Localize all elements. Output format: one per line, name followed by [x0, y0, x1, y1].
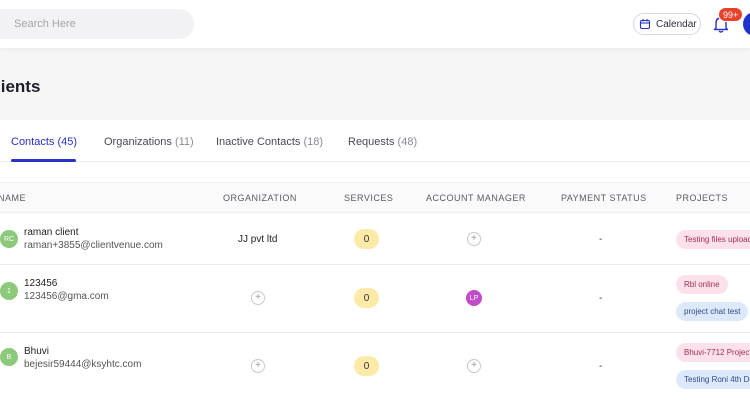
tab-organizations[interactable]: Organizations (11): [104, 136, 194, 148]
clients-panel: Contacts (45) Organizations (11) Inactiv…: [0, 120, 750, 400]
column-header-organization[interactable]: ORGANIZATION: [223, 193, 297, 203]
manager-avatar[interactable]: LP: [466, 290, 482, 306]
tab-label: Organizations: [104, 136, 172, 148]
contact-avatar: 1: [0, 282, 18, 300]
tab-bar: Contacts (45) Organizations (11) Inactiv…: [0, 120, 750, 162]
search-input[interactable]: [14, 9, 184, 39]
contact-avatar: RC: [0, 230, 18, 248]
project-tag[interactable]: Testing files upload: [676, 230, 750, 249]
calendar-button[interactable]: Calendar: [633, 13, 701, 35]
user-avatar[interactable]: [743, 12, 750, 36]
services-count[interactable]: 0: [354, 288, 379, 308]
tab-count: (48): [397, 136, 418, 148]
page-title: lients: [0, 77, 41, 96]
search-bar[interactable]: [0, 9, 194, 39]
tab-count: (18): [303, 136, 323, 148]
contact-avatar: B: [0, 348, 18, 366]
calendar-label: Calendar: [656, 18, 697, 30]
contact-email: bejesir59444@ksyhtc.com: [24, 359, 142, 370]
column-header-account-manager[interactable]: ACCOUNT MANAGER: [426, 193, 526, 203]
table-header: NAME ORGANIZATION SERVICES ACCOUNT MANAG…: [0, 182, 750, 213]
organization-name[interactable]: JJ pvt ltd: [238, 234, 277, 245]
project-tag[interactable]: project chat test: [676, 302, 749, 321]
tab-contacts[interactable]: Contacts (45): [11, 136, 77, 148]
column-header-services[interactable]: SERVICES: [344, 193, 393, 203]
tab-label: Contacts: [11, 136, 55, 148]
add-manager-plus-icon[interactable]: +: [467, 359, 481, 373]
table-row[interactable]: RC raman client raman+3855@clientvenue.c…: [0, 214, 750, 265]
project-tag[interactable]: Testing Roni 4th De: [676, 370, 750, 389]
column-header-name[interactable]: NAME: [0, 193, 26, 203]
contact-name[interactable]: Bhuvi: [24, 346, 49, 357]
calendar-icon: [639, 18, 651, 30]
services-count[interactable]: 0: [354, 356, 379, 376]
project-tag[interactable]: Bhuvi-7712 Project: [676, 343, 750, 362]
payment-status: -: [599, 293, 603, 304]
top-bar: Calendar 99+: [0, 0, 750, 48]
add-organization-plus-icon[interactable]: +: [251, 291, 265, 305]
tab-count: (45): [57, 136, 78, 148]
project-tag[interactable]: Rbl online: [676, 275, 728, 294]
contact-name[interactable]: 123456: [24, 278, 57, 289]
notification-badge: 99+: [718, 7, 744, 22]
tab-inactive-contacts[interactable]: Inactive Contacts (18): [216, 136, 323, 148]
contact-email: 123456@gma.com: [24, 291, 109, 302]
contact-name[interactable]: raman client: [24, 227, 78, 238]
tab-count: (11): [174, 136, 194, 148]
active-tab-indicator: [11, 159, 76, 162]
contact-email: raman+3855@clientvenue.com: [24, 240, 163, 251]
add-manager-plus-icon[interactable]: +: [467, 232, 481, 246]
tab-label: Inactive Contacts: [216, 136, 301, 148]
payment-status: -: [599, 361, 603, 372]
column-header-payment-status[interactable]: PAYMENT STATUS: [561, 193, 647, 203]
add-organization-plus-icon[interactable]: +: [251, 359, 265, 373]
table-row[interactable]: 1 123456 123456@gma.com + 0 LP - Rbl onl…: [0, 265, 750, 333]
tab-requests[interactable]: Requests (48): [348, 136, 417, 148]
services-count[interactable]: 0: [354, 229, 379, 249]
table-row[interactable]: B Bhuvi bejesir59444@ksyhtc.com + 0 + - …: [0, 333, 750, 400]
payment-status: -: [599, 234, 603, 245]
tab-label: Requests: [348, 136, 395, 148]
column-header-projects[interactable]: PROJECTS: [676, 193, 728, 203]
